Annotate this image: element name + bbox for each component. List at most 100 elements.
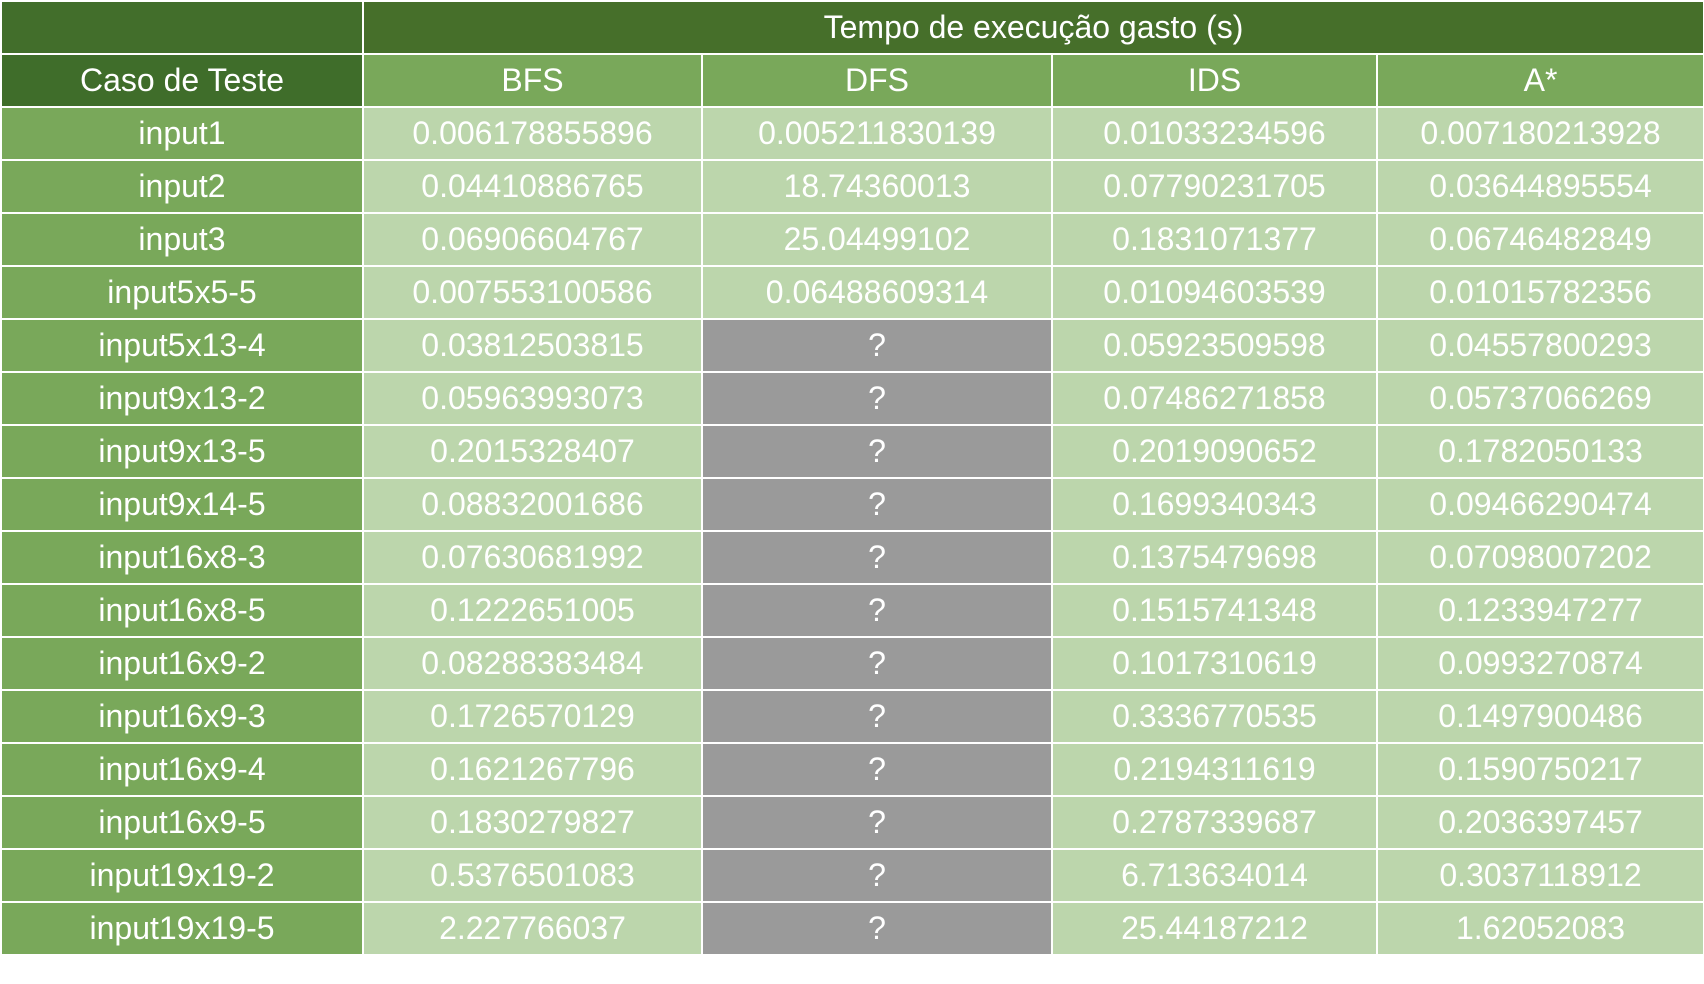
table-row: input9x13-2 0.05963993073? 0.07486271858 0.… xyxy=(0,371,1704,426)
row-label: input2 xyxy=(0,159,364,214)
table-row: input3 0.06906604767 25.04499102 0.18310713… xyxy=(0,212,1704,267)
cell-bfs: 0.03812503815 xyxy=(362,318,703,373)
cell-ids: 0.1515741348 xyxy=(1051,583,1378,638)
cell-ids: 25.44187212 xyxy=(1051,901,1378,956)
table-row: input5x5-5 0.007553100586 0.06488609314 0.0… xyxy=(0,265,1704,320)
cell-bfs: 0.08832001686 xyxy=(362,477,703,532)
column-header-astar: A* xyxy=(1375,53,1704,108)
cell-ids: 0.1831071377 xyxy=(1051,212,1378,267)
cell-ids: 0.01033234596 xyxy=(1051,106,1378,161)
cell-ids: 0.3336770535 xyxy=(1051,689,1378,744)
cell-astar: 0.05737066269 xyxy=(1375,371,1704,426)
cell-astar: 0.07098007202 xyxy=(1375,530,1704,585)
table-row: input16x9-4 0.1621267796? 0.2194311619 0.15… xyxy=(0,742,1704,797)
row-label: input9x13-2 xyxy=(0,371,364,426)
cell-dfs: ? xyxy=(701,477,1053,532)
cell-astar: 0.03644895554 xyxy=(1375,159,1704,214)
column-header-ids: IDS xyxy=(1051,53,1378,108)
cell-dfs: ? xyxy=(701,742,1053,797)
row-label: input5x13-4 xyxy=(0,318,364,373)
cell-astar: 0.06746482849 xyxy=(1375,212,1704,267)
cell-bfs: 0.5376501083 xyxy=(362,848,703,903)
table-body: Tempo de execução gasto (s) Caso de Test… xyxy=(0,0,1704,956)
row-label: input19x19-5 xyxy=(0,901,364,956)
table-row: input16x9-3 0.1726570129? 0.3336770535 0.14… xyxy=(0,689,1704,744)
table-row: input1 0.006178855896 0.005211830139 0.0103… xyxy=(0,106,1704,161)
cell-astar: 0.01015782356 xyxy=(1375,265,1704,320)
cell-bfs: 0.04410886765 xyxy=(362,159,703,214)
row-label: input5x5-5 xyxy=(0,265,364,320)
table-row: input16x9-2 0.08288383484? 0.1017310619 0.0… xyxy=(0,636,1704,691)
cell-astar: 0.1782050133 xyxy=(1375,424,1704,479)
column-header-dfs: DFS xyxy=(701,53,1053,108)
group-header: Tempo de execução gasto (s) xyxy=(361,0,1704,55)
table-row: input16x8-3 0.07630681992? 0.1375479698 0.0… xyxy=(0,530,1704,585)
group-header-row: Tempo de execução gasto (s) xyxy=(0,0,1704,55)
cell-bfs: 0.1830279827 xyxy=(362,795,703,850)
row-label: input16x8-5 xyxy=(0,583,364,638)
cell-astar: 0.0993270874 xyxy=(1375,636,1704,691)
cell-ids: 0.01094603539 xyxy=(1051,265,1378,320)
row-label: input16x8-3 xyxy=(0,530,364,585)
table-row: input5x13-4 0.03812503815? 0.05923509598 0.… xyxy=(0,318,1704,373)
cell-astar: 0.09466290474 xyxy=(1375,477,1704,532)
cell-bfs: 0.1222651005 xyxy=(362,583,703,638)
cell-ids: 0.07486271858 xyxy=(1051,371,1378,426)
row-label: input16x9-5 xyxy=(0,795,364,850)
cell-bfs: 2.227766037 xyxy=(362,901,703,956)
cell-ids: 6.713634014 xyxy=(1051,848,1378,903)
cell-dfs: ? xyxy=(701,583,1053,638)
column-header-row: Caso de Teste BFS DFS IDS A* xyxy=(0,53,1704,108)
cell-ids: 0.07790231705 xyxy=(1051,159,1378,214)
cell-ids: 0.1375479698 xyxy=(1051,530,1378,585)
cell-ids: 0.1017310619 xyxy=(1051,636,1378,691)
cell-dfs: 0.06488609314 xyxy=(701,265,1053,320)
cell-astar: 0.007180213928 xyxy=(1375,106,1704,161)
cell-ids: 0.2787339687 xyxy=(1051,795,1378,850)
table-row: input19x19-5 2.227766037? 25.44187212 1.620… xyxy=(0,901,1704,956)
cell-dfs: ? xyxy=(701,318,1053,373)
cell-astar: 0.04557800293 xyxy=(1375,318,1704,373)
row-label: input16x9-2 xyxy=(0,636,364,691)
cell-dfs: 0.005211830139 xyxy=(701,106,1053,161)
page: Tempo de execução gasto (s) Caso de Test… xyxy=(0,0,1704,984)
row-label: input3 xyxy=(0,212,364,267)
row-label: input16x9-4 xyxy=(0,742,364,797)
cell-astar: 0.1233947277 xyxy=(1375,583,1704,638)
cell-astar: 0.1590750217 xyxy=(1375,742,1704,797)
cell-bfs: 0.007553100586 xyxy=(362,265,703,320)
cell-ids: 0.05923509598 xyxy=(1051,318,1378,373)
table-row: input9x13-5 0.2015328407? 0.2019090652 0.17… xyxy=(0,424,1704,479)
first-column-header: Caso de Teste xyxy=(0,53,364,108)
cell-bfs: 0.1726570129 xyxy=(362,689,703,744)
table-row: input16x8-5 0.1222651005? 0.1515741348 0.12… xyxy=(0,583,1704,638)
cell-bfs: 0.08288383484 xyxy=(362,636,703,691)
table-row: input19x19-2 0.5376501083? 6.713634014 0.30… xyxy=(0,848,1704,903)
row-label: input19x19-2 xyxy=(0,848,364,903)
cell-dfs: 25.04499102 xyxy=(701,212,1053,267)
cell-ids: 0.1699340343 xyxy=(1051,477,1378,532)
cell-bfs: 0.1621267796 xyxy=(362,742,703,797)
column-header-bfs: BFS xyxy=(362,53,703,108)
cell-dfs: ? xyxy=(701,795,1053,850)
cell-astar: 1.62052083 xyxy=(1375,901,1704,956)
cell-dfs: ? xyxy=(701,689,1053,744)
cell-dfs: 18.74360013 xyxy=(701,159,1053,214)
cell-astar: 0.3037118912 xyxy=(1375,848,1704,903)
cell-bfs: 0.05963993073 xyxy=(362,371,703,426)
row-label: input1 xyxy=(0,106,364,161)
table-row: input16x9-5 0.1830279827? 0.2787339687 0.20… xyxy=(0,795,1704,850)
cell-bfs: 0.07630681992 xyxy=(362,530,703,585)
execution-time-table: Tempo de execução gasto (s) Caso de Test… xyxy=(0,0,1704,956)
cell-dfs: ? xyxy=(701,530,1053,585)
row-label: input9x14-5 xyxy=(0,477,364,532)
cell-bfs: 0.2015328407 xyxy=(362,424,703,479)
corner-cell xyxy=(0,0,364,55)
cell-dfs: ? xyxy=(701,371,1053,426)
cell-bfs: 0.006178855896 xyxy=(362,106,703,161)
cell-dfs: ? xyxy=(701,636,1053,691)
cell-dfs: ? xyxy=(701,848,1053,903)
cell-ids: 0.2019090652 xyxy=(1051,424,1378,479)
cell-dfs: ? xyxy=(701,901,1053,956)
table-row: input2 0.04410886765 18.74360013 0.07790231… xyxy=(0,159,1704,214)
